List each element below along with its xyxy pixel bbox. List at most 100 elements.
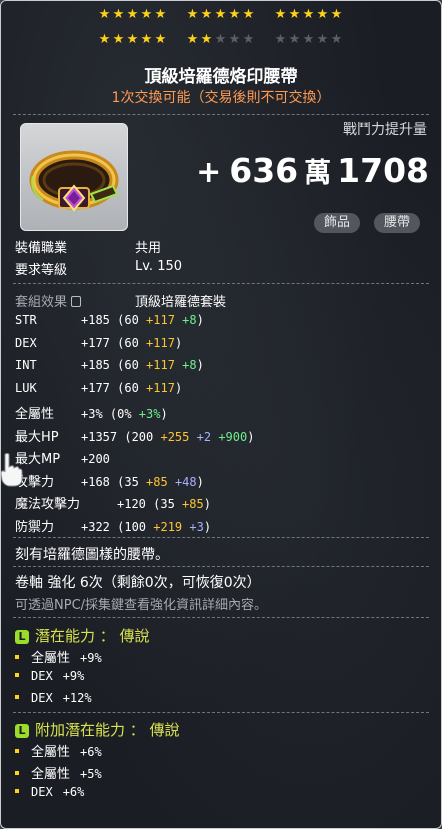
- potential-title: 潛在能力 ： 傳說: [35, 627, 150, 645]
- bullet-icon: [15, 789, 19, 793]
- star-filled-icon: ★: [242, 7, 256, 22]
- stat-base: [168, 475, 175, 489]
- job-label: 裝備職業: [15, 241, 68, 256]
- star-force-row-2: ★ ★ ★ ★ ★ ★ ★ ★ ★ ★ ★ ★ ★ ★ ★: [1, 32, 441, 52]
- star-filled-icon: ★: [154, 7, 168, 22]
- potential-stat-name: 全屬性: [31, 767, 71, 782]
- stat-name: 最大HP: [15, 429, 59, 445]
- stat-name: STR: [15, 313, 37, 327]
- belt-icon: [29, 150, 119, 212]
- potential-stat-name: DEX: [31, 691, 53, 705]
- star-filled-icon: ★: [112, 7, 126, 22]
- stat-name: 防禦力: [15, 519, 55, 535]
- stat-base: +177 (60: [81, 335, 147, 350]
- stat-bonus: +8: [182, 358, 197, 372]
- star-empty-icon: ★: [228, 32, 242, 47]
- stat-name: 全屬性: [15, 407, 55, 422]
- item-icon-frame: [20, 123, 128, 231]
- additional-potential-header: L 附加潛在能力 ： 傳說: [15, 719, 180, 740]
- stat-base: ): [196, 474, 204, 489]
- star-empty-icon: ★: [274, 32, 288, 47]
- stat-base: +168 (35: [81, 474, 147, 489]
- star-filled-icon: ★: [126, 7, 140, 22]
- bullet-icon: [15, 695, 19, 699]
- star-empty-icon: ★: [288, 32, 302, 47]
- stat-name: 最大MP: [15, 452, 61, 467]
- star-group: ★ ★ ★ ★ ★: [274, 7, 344, 27]
- divider: [13, 114, 429, 116]
- star-filled-icon: ★: [140, 32, 154, 47]
- stat-value: +177 (60 +117): [81, 381, 182, 395]
- combat-power-value: +636 萬 1708: [196, 151, 429, 190]
- tag-belt: 腰帶: [374, 213, 421, 233]
- stat-bonus: +8: [182, 313, 197, 327]
- potential-stat-value: +12%: [62, 691, 92, 705]
- stat-value: +1357 (200 +255 +2 +900): [81, 430, 254, 444]
- potential-line: 全屬性 +5%: [15, 763, 102, 782]
- stat-base: [189, 430, 196, 444]
- stat-row: 最大HP +1357 (200 +255 +2 +900): [15, 426, 254, 445]
- potential-stat-name: 全屬性: [31, 651, 71, 666]
- stat-value: +185 (60 +117 +8): [81, 358, 204, 372]
- stat-bonus: +117: [146, 313, 175, 327]
- stat-value: +3% (0% +3%): [81, 407, 168, 421]
- stat-value: +168 (35 +85 +48): [81, 475, 204, 489]
- item-name: 頂級培羅德烙印腰帶: [144, 67, 298, 87]
- stat-value: +185 (60 +117 +8): [81, 313, 204, 327]
- stat-row: STR +185 (60 +117 +8): [15, 313, 204, 328]
- stat-value: +120 (35 +85): [117, 497, 211, 511]
- potential-line: 全屬性 +9%: [15, 647, 102, 666]
- stat-bonus: +2: [196, 429, 212, 444]
- stat-base: +3% (0%: [81, 407, 139, 421]
- potential-header: L 潛在能力 ： 傳說: [15, 625, 150, 646]
- stat-base: ): [247, 429, 255, 444]
- star-filled-icon: ★: [228, 7, 242, 22]
- stat-row: DEX +177 (60 +117): [15, 336, 182, 351]
- stat-base: ): [203, 497, 211, 511]
- legendary-badge-icon: L: [15, 630, 29, 644]
- stat-base: ): [196, 313, 204, 327]
- star-empty-icon: ★: [316, 32, 330, 47]
- stat-row: LUK +177 (60 +117): [15, 381, 182, 396]
- combat-power-num2: 1708: [337, 151, 429, 190]
- divider: [13, 617, 429, 619]
- potential-line: DEX +6%: [15, 785, 84, 800]
- stat-name: DEX: [15, 335, 37, 350]
- job-row: 裝備職業 共用: [15, 237, 161, 256]
- stat-bonus: +85: [182, 497, 204, 511]
- stat-row: 防禦力 +322 (100 +219 +3): [15, 516, 211, 535]
- stat-bonus: +117: [146, 335, 175, 350]
- stat-base: +200: [81, 452, 110, 466]
- star-group: ★ ★ ★ ★ ★: [186, 32, 256, 52]
- level-row: 要求等級 Lv. 150: [15, 259, 182, 278]
- scroll-upgrade-hint: 可透過NPC/採集鍵查看強化資訊詳細內容。: [15, 598, 268, 613]
- star-filled-icon: ★: [288, 7, 302, 22]
- potential-stat-name: DEX: [31, 785, 53, 799]
- potential-stat-value: +6%: [80, 745, 102, 759]
- star-filled-icon: ★: [186, 7, 200, 22]
- bullet-icon: [15, 655, 19, 659]
- stat-bonus: +219: [153, 519, 183, 534]
- potential-line: DEX +12%: [15, 691, 92, 706]
- star-filled-icon: ★: [154, 32, 168, 47]
- star-filled-icon: ★: [140, 7, 154, 22]
- stat-bonus: +900: [218, 429, 248, 444]
- divider: [13, 283, 429, 285]
- potential-line: 全屬性 +6%: [15, 741, 102, 760]
- stat-base: ): [174, 380, 183, 395]
- stat-base: +185 (60: [81, 358, 147, 372]
- stat-name: INT: [15, 358, 37, 372]
- star-filled-icon: ★: [274, 7, 288, 22]
- additional-potential-title: 附加潛在能力 ： 傳說: [35, 721, 180, 739]
- set-effect-label: 套組效果: [15, 295, 68, 310]
- stat-row: INT +185 (60 +117 +8): [15, 358, 204, 373]
- star-filled-icon: ★: [126, 32, 140, 47]
- stat-bonus: +85: [146, 474, 168, 489]
- stat-value: +322 (100 +219 +3): [81, 520, 211, 534]
- potential-stat-value: +5%: [80, 767, 102, 781]
- star-filled-icon: ★: [186, 32, 200, 47]
- level-label: 要求等級: [15, 263, 68, 278]
- combat-power-unit: 萬: [304, 158, 332, 189]
- item-description: 刻有培羅德圖樣的腰帶。: [15, 547, 169, 563]
- stat-base: +120 (35: [117, 497, 183, 511]
